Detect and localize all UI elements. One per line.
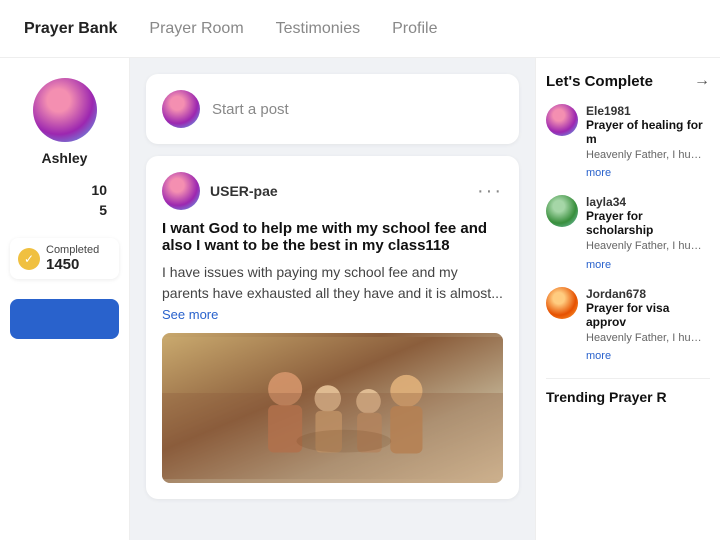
arrow-right-icon[interactable]: → bbox=[694, 72, 710, 90]
start-post-input[interactable]: Start a post bbox=[212, 101, 503, 118]
main-content: Ashley 10 5 ✓ Completed 1450 Start a pos… bbox=[0, 58, 720, 540]
start-post-card[interactable]: Start a post bbox=[146, 74, 519, 144]
lets-complete-label: Let's Complete bbox=[546, 73, 653, 90]
nav-prayer-bank[interactable]: Prayer Bank bbox=[24, 20, 117, 38]
prayer-title-2: Prayer for scholarship bbox=[586, 209, 710, 237]
prayer-text-1: Heavenly Father, I humbly as my beloved … bbox=[586, 148, 710, 163]
right-sidebar: Let's Complete → Ele1981 Prayer of heali… bbox=[535, 58, 720, 540]
prayer-title-1: Prayer of healing for m bbox=[586, 118, 710, 146]
post-image bbox=[162, 333, 503, 483]
stat-row-2: 5 bbox=[10, 202, 119, 218]
left-sidebar: Ashley 10 5 ✓ Completed 1450 bbox=[0, 58, 130, 540]
see-more-link[interactable]: See more bbox=[162, 307, 218, 322]
post-user-avatar bbox=[162, 172, 200, 210]
completed-count: 1450 bbox=[46, 256, 99, 273]
nav-prayer-room[interactable]: Prayer Room bbox=[149, 20, 243, 38]
username-label: Ashley bbox=[42, 150, 88, 166]
prayer-avatar-3 bbox=[546, 287, 578, 319]
prayer-title-3: Prayer for visa approv bbox=[586, 301, 710, 329]
current-user-avatar bbox=[162, 90, 200, 128]
prayer-avatar-2 bbox=[546, 195, 578, 227]
action-button[interactable] bbox=[10, 299, 119, 339]
right-sidebar-header: Let's Complete → bbox=[546, 72, 710, 90]
post-card: USER-pae ··· I want God to help me with … bbox=[146, 156, 519, 499]
post-image-svg bbox=[162, 333, 503, 483]
post-header: USER-pae ··· bbox=[162, 172, 503, 210]
check-icon: ✓ bbox=[18, 248, 40, 270]
center-feed: Start a post USER-pae ··· I want God to … bbox=[130, 58, 535, 540]
completed-badge: ✓ Completed 1450 bbox=[10, 238, 119, 279]
prayer-item-3: Jordan678 Prayer for visa approv Heavenl… bbox=[546, 287, 710, 364]
prayer-more-2[interactable]: more bbox=[586, 259, 611, 271]
prayer-user-1: Ele1981 bbox=[586, 104, 710, 118]
navigation: Prayer Bank Prayer Room Testimonies Prof… bbox=[0, 0, 720, 58]
nav-testimonies[interactable]: Testimonies bbox=[276, 20, 360, 38]
stat-number-1: 10 bbox=[91, 182, 107, 198]
post-options-menu[interactable]: ··· bbox=[477, 180, 503, 203]
avatar bbox=[33, 78, 97, 142]
nav-profile[interactable]: Profile bbox=[392, 20, 437, 38]
completed-label: Completed bbox=[46, 244, 99, 256]
prayer-more-3[interactable]: more bbox=[586, 350, 611, 362]
post-title: I want God to help me with my school fee… bbox=[162, 220, 503, 254]
prayer-user-2: layla34 bbox=[586, 195, 710, 209]
prayer-text-2: Heavenly Father, I humbly as my beloved … bbox=[586, 239, 710, 254]
post-username: USER-pae bbox=[210, 183, 278, 199]
prayer-item-1: Ele1981 Prayer of healing for m Heavenly… bbox=[546, 104, 710, 181]
stat-row-1: 10 bbox=[10, 182, 119, 198]
trending-prayer-label: Trending Prayer R bbox=[546, 378, 710, 405]
prayer-text-3: Heavenly Father, I humbly as my beloved … bbox=[586, 331, 710, 346]
prayer-more-1[interactable]: more bbox=[586, 167, 611, 179]
prayer-avatar-1 bbox=[546, 104, 578, 136]
stat-number-2: 5 bbox=[99, 202, 107, 218]
post-body: I have issues with paying my school fee … bbox=[162, 262, 503, 325]
prayer-user-3: Jordan678 bbox=[586, 287, 710, 301]
post-user-info: USER-pae bbox=[162, 172, 278, 210]
prayer-item-2: layla34 Prayer for scholarship Heavenly … bbox=[546, 195, 710, 272]
